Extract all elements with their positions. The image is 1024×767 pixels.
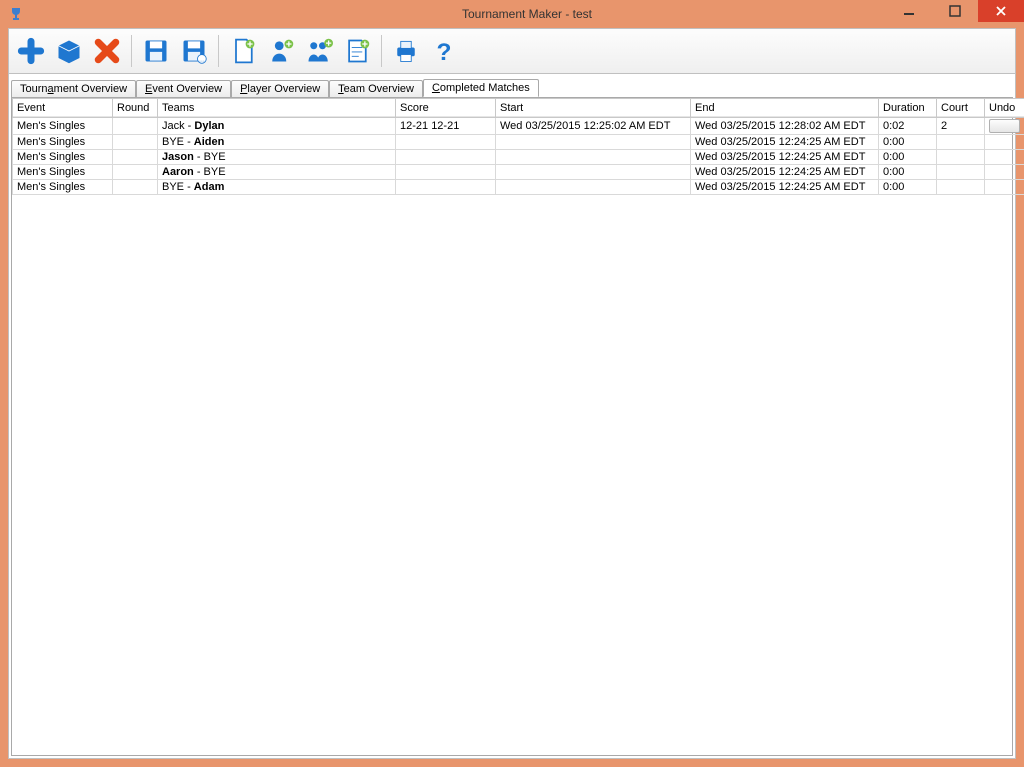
add-event-button[interactable] xyxy=(339,33,375,69)
table-row[interactable]: Men's Singles BYE - Adam Wed 03/25/2015 12… xyxy=(13,180,1024,195)
cell-round xyxy=(113,165,158,180)
cell-round xyxy=(113,180,158,195)
cell-round xyxy=(113,150,158,165)
cell-start xyxy=(496,135,691,150)
cell-event: Men's Singles xyxy=(13,165,113,180)
cell-event: Men's Singles xyxy=(13,135,113,150)
cell-score: 12-21 12-21 xyxy=(396,118,496,135)
col-duration[interactable]: Duration xyxy=(879,99,937,118)
window-title: Tournament Maker - test xyxy=(30,7,1024,21)
tab-0[interactable]: Tournament Overview xyxy=(11,80,136,97)
save-button[interactable] xyxy=(138,33,174,69)
cell-court xyxy=(937,165,985,180)
cell-event: Men's Singles xyxy=(13,180,113,195)
table-row[interactable]: Men's SinglesJack - Dylan12-21 12-21Wed … xyxy=(13,118,1024,135)
cell-duration: 0:00 xyxy=(879,165,937,180)
cell-round xyxy=(113,118,158,135)
cell-start xyxy=(496,165,691,180)
col-court[interactable]: Court xyxy=(937,99,985,118)
tabstrip: Tournament OverviewEvent OverviewPlayer … xyxy=(9,74,1015,96)
new-document-button[interactable] xyxy=(225,33,261,69)
cell-teams: Jack - Dylan xyxy=(158,118,396,135)
tab-4[interactable]: Completed Matches xyxy=(423,79,539,97)
svg-text:…: … xyxy=(199,57,205,64)
toolbar-separator xyxy=(218,35,219,67)
add-player-button[interactable] xyxy=(263,33,299,69)
svg-text:?: ? xyxy=(437,39,452,65)
cell-end: Wed 03/25/2015 12:24:25 AM EDT xyxy=(691,165,879,180)
table-row[interactable]: Men's Singles Aaron - BYE Wed 03/25/2015 1… xyxy=(13,165,1024,180)
new-button[interactable] xyxy=(13,33,49,69)
undo-button[interactable] xyxy=(989,119,1020,133)
cell-undo xyxy=(985,180,1024,195)
cell-score xyxy=(396,180,496,195)
col-start[interactable]: Start xyxy=(496,99,691,118)
cell-end: Wed 03/25/2015 12:28:02 AM EDT xyxy=(691,118,879,135)
cell-end: Wed 03/25/2015 12:24:25 AM EDT xyxy=(691,180,879,195)
close-button[interactable] xyxy=(978,0,1024,22)
cell-teams: BYE - Aiden xyxy=(158,135,396,150)
cell-duration: 0:00 xyxy=(879,135,937,150)
col-end[interactable]: End xyxy=(691,99,879,118)
col-score[interactable]: Score xyxy=(396,99,496,118)
toolbar-separator xyxy=(131,35,132,67)
cell-undo xyxy=(985,118,1024,135)
table-row[interactable]: Men's Singles BYE - Aiden Wed 03/25/2015 1… xyxy=(13,135,1024,150)
cell-court: 2 xyxy=(937,118,985,135)
help-button[interactable]: ? xyxy=(426,33,462,69)
cell-round xyxy=(113,135,158,150)
cell-teams: BYE - Adam xyxy=(158,180,396,195)
cell-teams: Aaron - BYE xyxy=(158,165,396,180)
cell-event: Men's Singles xyxy=(13,118,113,135)
cell-duration: 0:00 xyxy=(879,150,937,165)
cell-undo xyxy=(985,150,1024,165)
tab-2[interactable]: Player Overview xyxy=(231,80,329,97)
cell-start xyxy=(496,150,691,165)
cell-end: Wed 03/25/2015 12:24:25 AM EDT xyxy=(691,150,879,165)
matches-table: Event Round Teams Score Start End Durati… xyxy=(12,98,1024,195)
save-as-button[interactable]: … xyxy=(176,33,212,69)
col-round[interactable]: Round xyxy=(113,99,158,118)
add-team-button[interactable] xyxy=(301,33,337,69)
cell-score xyxy=(396,135,496,150)
open-button[interactable] xyxy=(51,33,87,69)
cell-court xyxy=(937,135,985,150)
cell-court xyxy=(937,150,985,165)
minimize-button[interactable] xyxy=(886,0,932,22)
table-row[interactable]: Men's Singles Jason - BYE Wed 03/25/2015 1… xyxy=(13,150,1024,165)
cell-teams: Jason - BYE xyxy=(158,150,396,165)
col-event[interactable]: Event xyxy=(13,99,113,118)
tab-completed-matches: Event Round Teams Score Start End Durati… xyxy=(11,97,1013,756)
cell-duration: 0:02 xyxy=(879,118,937,135)
cell-end: Wed 03/25/2015 12:24:25 AM EDT xyxy=(691,135,879,150)
cell-duration: 0:00 xyxy=(879,180,937,195)
cell-score xyxy=(396,165,496,180)
cell-court xyxy=(937,180,985,195)
cell-event: Men's Singles xyxy=(13,150,113,165)
cell-start: Wed 03/25/2015 12:25:02 AM EDT xyxy=(496,118,691,135)
maximize-button[interactable] xyxy=(932,0,978,22)
tab-3[interactable]: Team Overview xyxy=(329,80,423,97)
cell-undo xyxy=(985,135,1024,150)
titlebar[interactable]: Tournament Maker - test xyxy=(0,0,1024,28)
cell-score xyxy=(396,150,496,165)
col-undo[interactable]: Undo xyxy=(985,99,1024,118)
print-button[interactable] xyxy=(388,33,424,69)
col-teams[interactable]: Teams xyxy=(158,99,396,118)
tab-1[interactable]: Event Overview xyxy=(136,80,231,97)
toolbar-separator xyxy=(381,35,382,67)
toolbar: … ? xyxy=(9,29,1015,74)
delete-button[interactable] xyxy=(89,33,125,69)
app-icon xyxy=(8,6,24,22)
cell-start xyxy=(496,180,691,195)
cell-undo xyxy=(985,165,1024,180)
